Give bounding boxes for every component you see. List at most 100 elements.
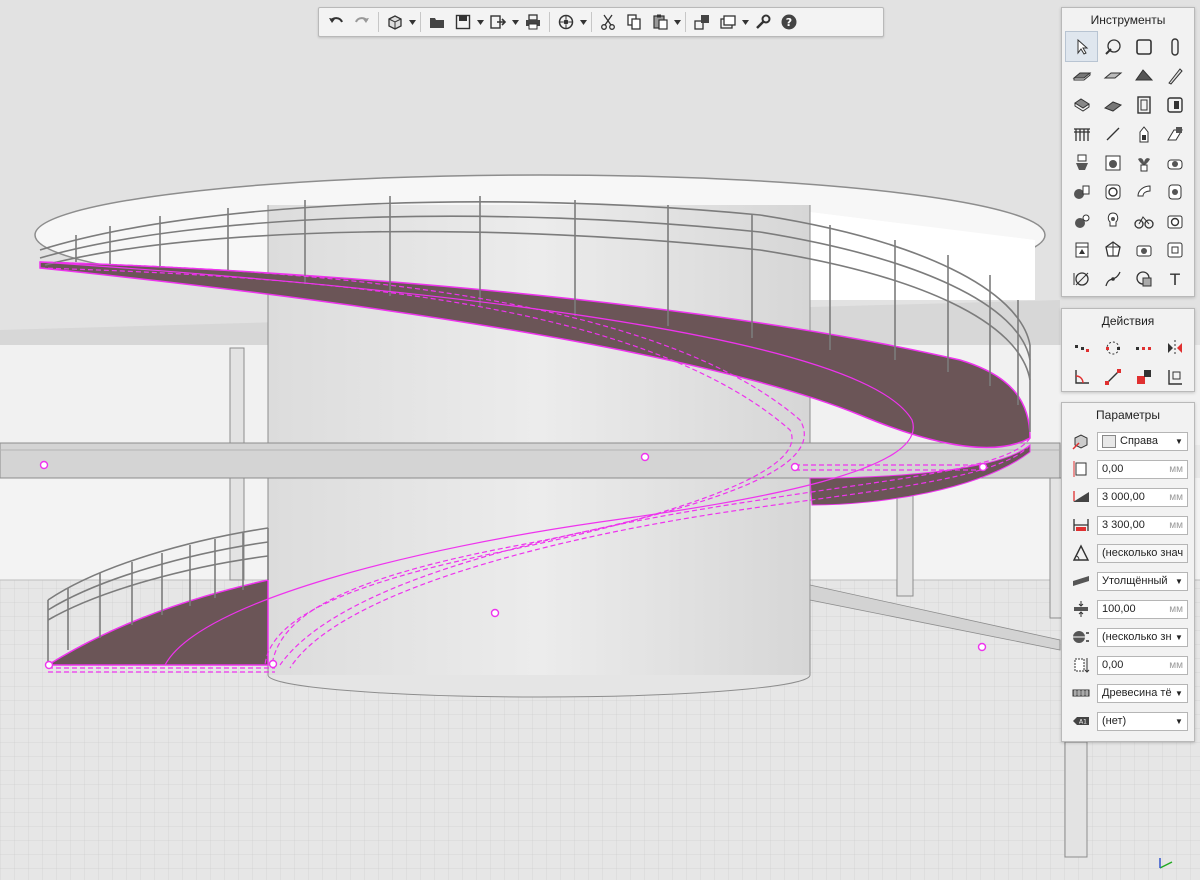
print-icon[interactable] bbox=[520, 10, 546, 34]
zone-tool-icon[interactable] bbox=[1066, 235, 1097, 264]
wall-tool-icon[interactable] bbox=[1128, 32, 1159, 61]
electrical-object-icon[interactable] bbox=[1097, 177, 1128, 206]
bicycle-object-icon[interactable] bbox=[1128, 206, 1159, 235]
material-select[interactable]: Древесина тё ▼ bbox=[1097, 683, 1188, 703]
morph-tool-icon[interactable] bbox=[1097, 235, 1128, 264]
label-select[interactable]: (нет) ▼ bbox=[1097, 711, 1188, 731]
chevron-down-icon: ▼ bbox=[1175, 688, 1183, 698]
text-tool-icon[interactable]: T bbox=[1159, 264, 1190, 293]
plant-object-icon[interactable] bbox=[1128, 148, 1159, 177]
washer-object-icon[interactable] bbox=[1097, 148, 1128, 177]
export-icon[interactable] bbox=[485, 10, 511, 34]
beam-tool-icon[interactable] bbox=[1159, 61, 1190, 90]
save-icon[interactable] bbox=[450, 10, 476, 34]
views-icon[interactable] bbox=[715, 10, 741, 34]
dimension-tool-icon[interactable] bbox=[1066, 264, 1097, 293]
chevron-down-icon[interactable] bbox=[673, 10, 682, 34]
spline-tool-icon[interactable] bbox=[1097, 264, 1128, 293]
side-swatch-icon bbox=[1102, 434, 1116, 448]
profile-param-icon bbox=[1070, 626, 1092, 648]
fill-tool-icon[interactable] bbox=[1128, 264, 1159, 293]
height-param-icon bbox=[1070, 486, 1092, 508]
chevron-down-icon[interactable] bbox=[476, 10, 485, 34]
slab-tool-icon[interactable] bbox=[1066, 61, 1097, 90]
equipment-object-icon[interactable] bbox=[1159, 206, 1190, 235]
section-tool-icon[interactable] bbox=[1159, 235, 1190, 264]
duct-object-icon[interactable] bbox=[1128, 177, 1159, 206]
sink-object-icon[interactable] bbox=[1159, 148, 1190, 177]
camera-tool-icon[interactable] bbox=[1128, 235, 1159, 264]
3d-viewport[interactable] bbox=[0, 0, 1200, 880]
profile-select[interactable]: (несколько зн ▼ bbox=[1097, 627, 1188, 647]
angle-action-icon[interactable] bbox=[1066, 362, 1097, 391]
pipe-object-icon[interactable] bbox=[1159, 177, 1190, 206]
open-folder-icon[interactable] bbox=[424, 10, 450, 34]
width-input[interactable]: 3 300,00 мм bbox=[1097, 515, 1188, 535]
help-icon[interactable]: ? bbox=[776, 10, 802, 34]
width-param-icon bbox=[1070, 514, 1092, 536]
railing-tool-icon[interactable] bbox=[1066, 119, 1097, 148]
stair-tool-icon[interactable] bbox=[1066, 90, 1097, 119]
tools-panel-title: Инструменты bbox=[1090, 13, 1166, 27]
tools-panel: Инструменты T bbox=[1061, 7, 1195, 297]
cut-icon[interactable] bbox=[595, 10, 621, 34]
light-fixture-icon[interactable] bbox=[1097, 206, 1128, 235]
label-param-icon: A1 bbox=[1070, 710, 1092, 732]
mirror-action-icon[interactable] bbox=[1159, 333, 1190, 362]
actions-panel-title: Действия bbox=[1101, 314, 1155, 328]
chevron-down-icon: ▼ bbox=[1175, 576, 1183, 586]
param-height: 3 000,00 мм bbox=[1062, 483, 1194, 511]
chevron-down-icon: ▼ bbox=[1175, 632, 1183, 642]
param-thickness: 100,00 мм bbox=[1062, 595, 1194, 623]
paste-icon[interactable] bbox=[647, 10, 673, 34]
param-width: 3 300,00 мм bbox=[1062, 511, 1194, 539]
redo-icon[interactable] bbox=[349, 10, 375, 34]
elevation-param-icon bbox=[1070, 654, 1092, 676]
param-profile: (несколько зн ▼ bbox=[1062, 623, 1194, 651]
render-icon[interactable] bbox=[553, 10, 579, 34]
thickness-param-icon bbox=[1070, 598, 1092, 620]
toilet-object-icon[interactable] bbox=[1066, 148, 1097, 177]
chevron-down-icon[interactable] bbox=[511, 10, 520, 34]
shell-tool-icon[interactable] bbox=[1128, 61, 1159, 90]
layers-icon[interactable] bbox=[689, 10, 715, 34]
move-action-icon[interactable] bbox=[1066, 333, 1097, 362]
settings-wrench-icon[interactable] bbox=[750, 10, 776, 34]
side-select[interactable]: Справа ▼ bbox=[1097, 431, 1188, 451]
elevation-input[interactable]: 0,00 мм bbox=[1097, 655, 1188, 675]
column-tool-icon[interactable] bbox=[1159, 32, 1190, 61]
undo-icon[interactable] bbox=[323, 10, 349, 34]
slope-input[interactable]: (несколько знач bbox=[1097, 543, 1188, 563]
line-tool-icon[interactable] bbox=[1097, 119, 1128, 148]
view-3d-icon[interactable] bbox=[382, 10, 408, 34]
array-action-icon[interactable] bbox=[1128, 333, 1159, 362]
mechanical-object-icon[interactable] bbox=[1066, 177, 1097, 206]
extrusion-tool-icon[interactable] bbox=[1159, 119, 1190, 148]
param-offset: 0,00 мм bbox=[1062, 455, 1194, 483]
split-action-icon[interactable] bbox=[1159, 362, 1190, 391]
rotate-action-icon[interactable] bbox=[1097, 333, 1128, 362]
curtain-wall-icon[interactable] bbox=[1128, 119, 1159, 148]
select-arrow-icon[interactable] bbox=[1065, 31, 1098, 62]
chevron-down-icon[interactable] bbox=[579, 10, 588, 34]
roof-tool-icon[interactable] bbox=[1097, 61, 1128, 90]
param-slope: (несколько знач bbox=[1062, 539, 1194, 567]
height-input[interactable]: 3 000,00 мм bbox=[1097, 487, 1188, 507]
door-tool-icon[interactable] bbox=[1128, 90, 1159, 119]
window-tool-icon[interactable] bbox=[1159, 90, 1190, 119]
thickness-input[interactable]: 100,00 мм bbox=[1097, 599, 1188, 619]
param-structure: Утолщённый ▼ bbox=[1062, 567, 1194, 595]
parameters-panel: Параметры Справа ▼ 0,00 мм 3 000,00 мм 3 30… bbox=[1061, 402, 1195, 742]
structure-select[interactable]: Утолщённый ▼ bbox=[1097, 571, 1188, 591]
offset-input[interactable]: 0,00 мм bbox=[1097, 459, 1188, 479]
svg-text:A1: A1 bbox=[1079, 719, 1087, 726]
copy-icon[interactable] bbox=[621, 10, 647, 34]
magic-wand-icon[interactable] bbox=[1097, 32, 1128, 61]
ramp-tool-icon[interactable] bbox=[1097, 90, 1128, 119]
stretch-action-icon[interactable] bbox=[1097, 362, 1128, 391]
chevron-down-icon[interactable] bbox=[408, 10, 417, 34]
chevron-down-icon[interactable] bbox=[741, 10, 750, 34]
fire-alarm-icon[interactable] bbox=[1066, 206, 1097, 235]
ramp-side-icon bbox=[1070, 430, 1092, 452]
offset-action-icon[interactable] bbox=[1128, 362, 1159, 391]
